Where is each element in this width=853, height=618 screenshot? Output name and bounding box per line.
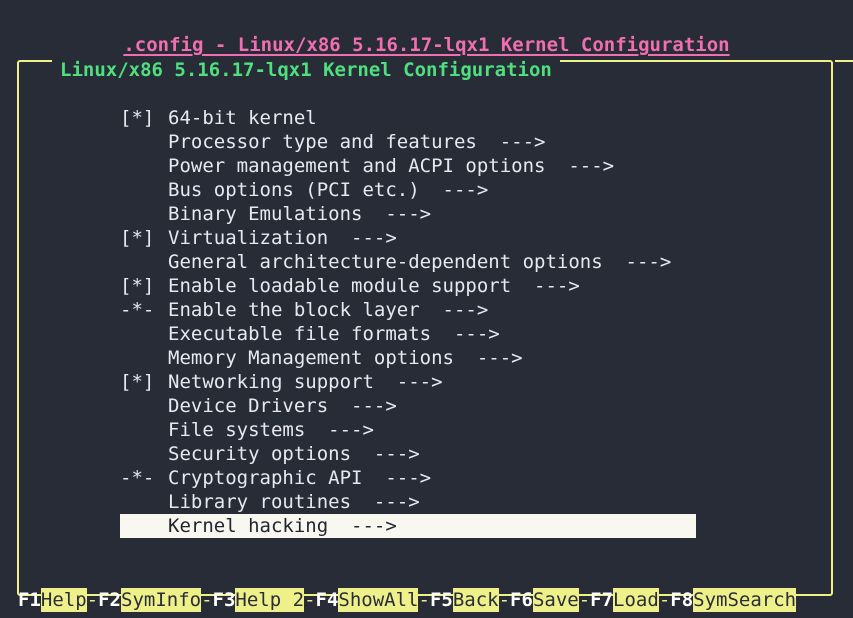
function-key-f8[interactable]: F8 (670, 588, 693, 612)
menu-item[interactable]: Bus options (PCI etc.) ---> (0, 178, 853, 202)
function-action-save[interactable]: Save (532, 588, 579, 612)
function-key-f5[interactable]: F5 (430, 588, 453, 612)
menu-item[interactable]: [*] Virtualization ---> (0, 226, 853, 250)
function-key-separator: - (304, 589, 316, 611)
function-action-back[interactable]: Back (452, 588, 499, 612)
function-key-f1[interactable]: F1 (18, 588, 41, 612)
menu-item-label: 64-bit kernel (168, 107, 317, 129)
menu-item[interactable]: Device Drivers ---> (0, 394, 853, 418)
menu-item[interactable]: Processor type and features ---> (0, 130, 853, 154)
menu-item-marker: -*- (120, 467, 155, 489)
menu-item-label: Enable the block layer ---> (168, 299, 489, 321)
menu-item-marker: [*] (120, 371, 155, 393)
menu-item-label: Binary Emulations ---> (168, 203, 432, 225)
menu-item-label: Enable loadable module support ---> (168, 275, 580, 297)
function-key-separator: - (658, 589, 671, 611)
menu-item[interactable]: File systems ---> (0, 418, 853, 442)
menu-item[interactable]: Executable file formats ---> (0, 322, 853, 346)
menu-item[interactable]: -*- Cryptographic API ---> (0, 466, 853, 490)
function-action-help-2[interactable]: Help 2 (235, 588, 305, 612)
menu-item[interactable]: Memory Management options ---> (0, 346, 853, 370)
window-title: .config - Linux/x86 5.16.17-lqx1 Kernel … (0, 33, 853, 57)
function-key-f3[interactable]: F3 (213, 588, 236, 612)
menu-item-label: Networking support ---> (168, 371, 443, 393)
menu-item[interactable]: General architecture-dependent options -… (0, 250, 853, 274)
function-key-separator: - (86, 589, 99, 611)
menuconfig-screen: .config - Linux/x86 5.16.17-lqx1 Kernel … (0, 0, 853, 618)
menu-item[interactable]: [*] 64-bit kernel (0, 106, 853, 130)
menu-item-label: Device Drivers ---> (168, 395, 397, 417)
menu-item-label: File systems ---> (168, 419, 374, 441)
function-key-f7[interactable]: F7 (590, 588, 613, 612)
menu-item-label: Kernel hacking ---> (168, 515, 397, 537)
function-key-separator: - (578, 589, 591, 611)
menu-item[interactable]: [*] Enable loadable module support ---> (0, 274, 853, 298)
function-key-bar: F1 Help - F2 SymInfo - F3 Help 2- F4 ShowAll - F5 Ba… (0, 588, 853, 612)
menu-item[interactable]: [*] Networking support ---> (0, 370, 853, 394)
menu-item-marker: [*] (120, 227, 155, 249)
menu-list: [*] 64-bit kernel Processor type and featu… (0, 106, 853, 538)
window-title-text: .config - Linux/x86 5.16.17-lqx1 Kernel … (123, 34, 730, 56)
menu-item-label: Virtualization ---> (168, 227, 397, 249)
menu-item-label: Library routines ---> (168, 491, 420, 513)
function-key-f2[interactable]: F2 (98, 588, 121, 612)
menu-item-label: Executable file formats ---> (168, 323, 500, 345)
menu-item-marker: [*] (120, 107, 155, 129)
menu-item-marker: [*] (120, 275, 155, 297)
frame-label: Linux/x86 5.16.17-lqx1 Kernel Configurat… (52, 58, 560, 82)
function-key-f4[interactable]: F4 (316, 588, 339, 612)
menu-item-label: Bus options (PCI etc.) ---> (168, 179, 489, 201)
function-action-showall[interactable]: ShowAll (338, 588, 419, 612)
frame-edge-stub (835, 60, 853, 62)
function-action-symsearch[interactable]: SymSearch (693, 588, 797, 612)
function-key-f6[interactable]: F6 (510, 588, 533, 612)
function-key-separator: - (498, 589, 511, 611)
menu-item-marker: -*- (120, 299, 155, 321)
menu-item-label: Processor type and features ---> (168, 131, 546, 153)
menu-item-label: Memory Management options ---> (168, 347, 523, 369)
menu-item[interactable]: Power management and ACPI options ---> (0, 154, 853, 178)
function-action-load[interactable]: Load (613, 588, 659, 612)
menu-item-label: Cryptographic API ---> (168, 467, 432, 489)
menu-item[interactable]: -*- Enable the block layer ---> (0, 298, 853, 322)
function-key-separator: - (201, 589, 213, 611)
menu-item[interactable]: Library routines ---> (0, 490, 853, 514)
menu-item-label: General architecture-dependent options -… (168, 251, 672, 273)
menu-item[interactable]: Binary Emulations ---> (0, 202, 853, 226)
function-action-help[interactable]: Help (40, 588, 87, 612)
menu-item-label: Power management and ACPI options ---> (168, 155, 615, 177)
function-action-syminfo[interactable]: SymInfo (121, 588, 202, 612)
menu-item-label: Security options ---> (168, 443, 420, 465)
menu-item[interactable]: Security options ---> (0, 442, 853, 466)
menu-item[interactable]: Kernel hacking ---> (0, 514, 853, 538)
function-key-separator: - (418, 589, 430, 611)
